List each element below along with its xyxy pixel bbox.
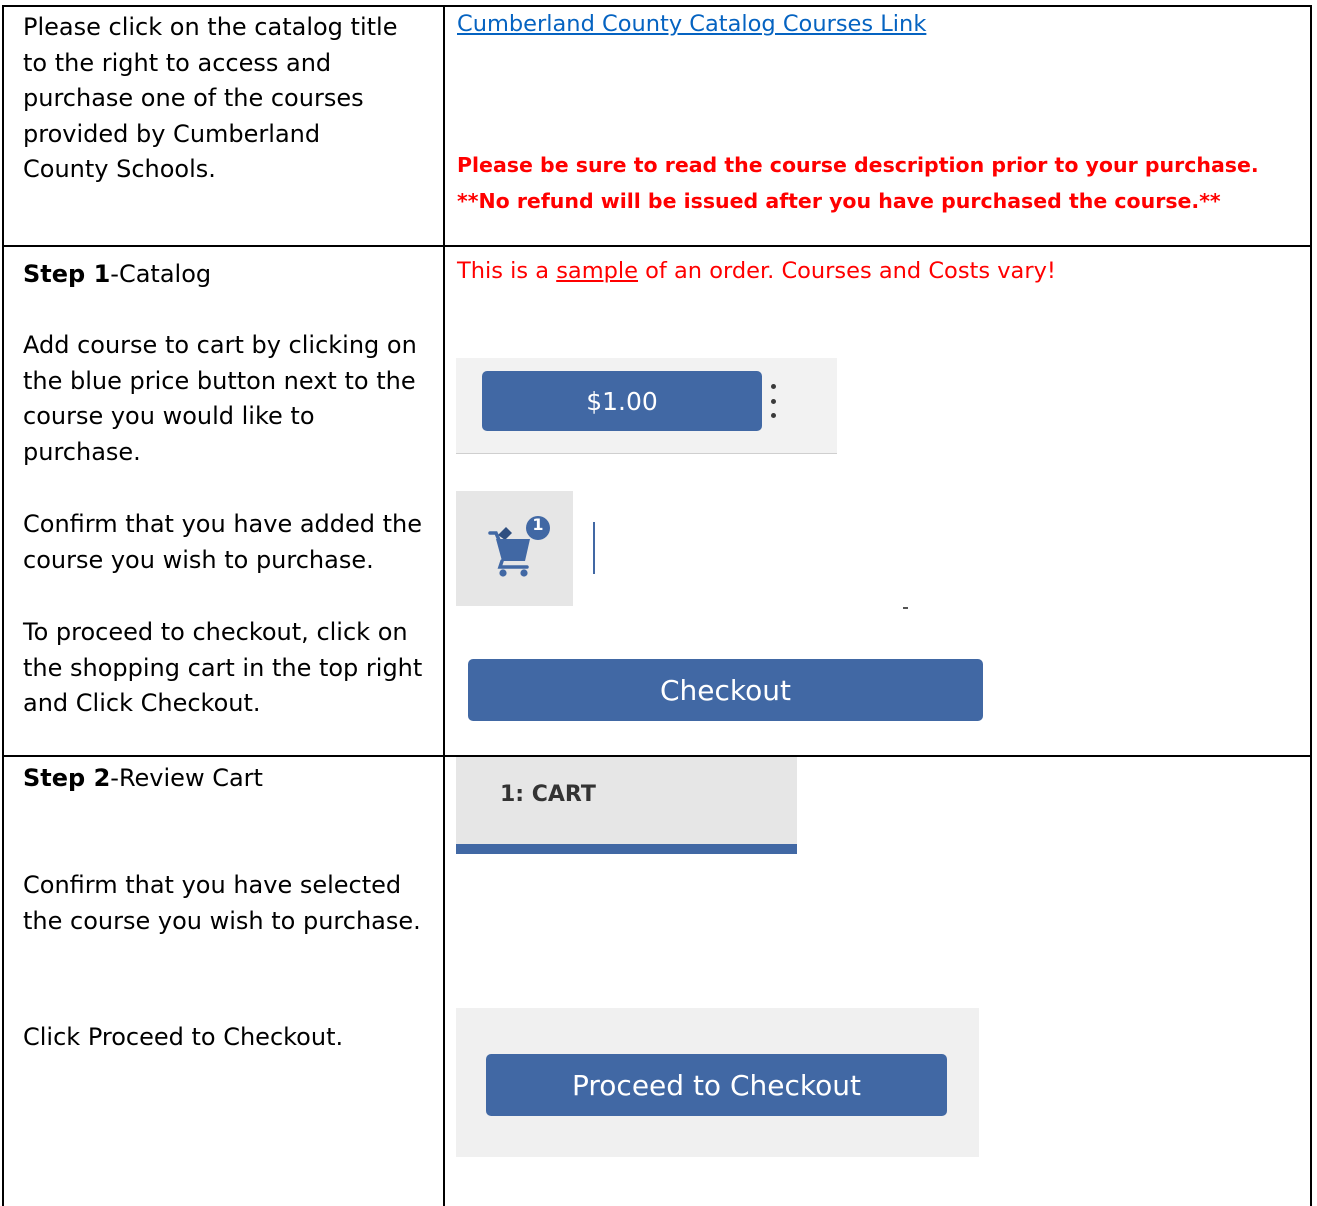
- step-1-add-course-text: Add course to cart by clicking on the bl…: [23, 328, 433, 470]
- cart-count-badge: 1: [532, 515, 544, 534]
- table-row-divider-1: [2, 245, 1312, 247]
- step-1-para3-line-1: To proceed to checkout, click on: [23, 618, 408, 646]
- step-1-para1-line-4: purchase.: [23, 437, 141, 466]
- cart-separator: [593, 522, 595, 574]
- step-1-checkout-text: To proceed to checkout, click on the sho…: [23, 615, 433, 722]
- checkout-button[interactable]: Checkout: [468, 659, 983, 721]
- step-1-label: Step 1: [23, 260, 111, 288]
- intro-line-2: to the right to access and: [23, 48, 332, 77]
- step-1-para3-line-3: and Click Checkout.: [23, 689, 261, 717]
- step-1-para3-line-2: the shopping cart in the top right: [23, 653, 423, 682]
- step-2-title: -Review Cart: [110, 764, 263, 792]
- intro-line-3: purchase one of the courses: [23, 84, 364, 112]
- sample-note-pre: This is a: [457, 258, 557, 284]
- intro-line-4: provided by Cumberland: [23, 119, 321, 148]
- proceed-to-checkout-button[interactable]: Proceed to Checkout: [486, 1054, 947, 1116]
- shopping-cart-icon[interactable]: [456, 491, 573, 606]
- proceed-checkout-screenshot: Proceed to Checkout: [456, 1008, 979, 1157]
- table-column-divider: [443, 5, 445, 1206]
- step-1-para2-line-1: Confirm that you have added the: [23, 510, 423, 538]
- catalog-courses-link[interactable]: Cumberland County Catalog Courses Link: [457, 7, 926, 43]
- step-2-para1-line-2: the course you wish to purchase.: [23, 906, 421, 935]
- step-1-title: -Catalog: [110, 260, 212, 288]
- sample-order-note: This is a sample of an order. Courses an…: [457, 255, 1056, 287]
- document-page: Please click on the catalog title to the…: [0, 0, 1317, 1206]
- kebab-menu-icon[interactable]: [766, 384, 780, 418]
- step-1-para1-line-1: Add course to cart by clicking on: [23, 331, 417, 359]
- step-1-para1-line-3: course you would like to: [23, 402, 315, 430]
- sample-note-underlined: sample: [556, 258, 639, 284]
- cart-step-label: 1: CART: [500, 782, 596, 807]
- step-2-proceed-text: Click Proceed to Checkout.: [23, 1023, 344, 1051]
- cart-step-tab[interactable]: 1: CART: [456, 757, 797, 854]
- shopping-cart-screenshot: 1: [456, 491, 573, 606]
- price-button[interactable]: $1.00: [482, 371, 762, 431]
- step-1-para1-line-2: the blue price button next to the: [23, 366, 416, 395]
- refund-warning: Please be sure to read the course descri…: [457, 147, 1307, 219]
- warning-line-1: Please be sure to read the course descri…: [457, 153, 1259, 177]
- price-button-screenshot: $1.00: [456, 358, 837, 454]
- table-border-left: [2, 5, 4, 1206]
- step-2-heading: Step 2-Review Cart: [23, 761, 263, 797]
- step-1-heading: Step 1-Catalog: [23, 257, 211, 293]
- step-1-confirm-text: Confirm that you have added the course y…: [23, 507, 433, 578]
- cart-step-active-indicator: [456, 844, 797, 854]
- step-1-para2-line-2: course you wish to purchase.: [23, 545, 374, 574]
- intro-line-1: Please click on the catalog title: [23, 13, 398, 41]
- step-2-para1-line-1: Confirm that you have selected: [23, 871, 402, 899]
- intro-line-5: County Schools.: [23, 155, 216, 183]
- warning-line-2: **No refund will be issued after you hav…: [457, 189, 1221, 213]
- stray-mark: [903, 607, 908, 609]
- step-2-label: Step 2: [23, 764, 111, 792]
- table-border-right: [1310, 5, 1312, 1206]
- intro-instructions: Please click on the catalog title to the…: [23, 10, 433, 188]
- sample-note-post: of an order. Courses and Costs vary!: [638, 258, 1056, 284]
- step-2-confirm-text: Confirm that you have selected the cours…: [23, 868, 433, 939]
